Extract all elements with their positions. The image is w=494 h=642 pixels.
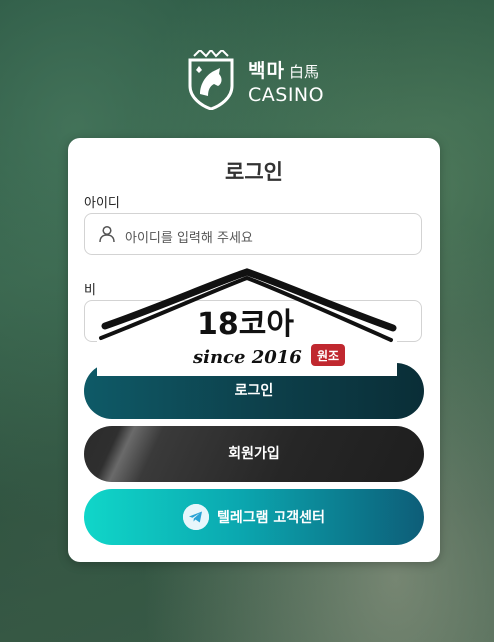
signup-button[interactable]: 회원가입 — [84, 426, 424, 482]
telegram-button-label: 텔레그램 고객센터 — [217, 510, 325, 526]
brand-name-hanja: 白馬 — [288, 63, 319, 81]
id-placeholder: 아이디를 입력해 주세요 — [125, 231, 253, 246]
id-input[interactable]: 아이디를 입력해 주세요 — [84, 213, 422, 255]
brand-name-kr: 백마 — [248, 60, 285, 82]
user-icon — [99, 225, 115, 243]
watermark-since-text: since 2016 — [192, 347, 302, 368]
id-label: 아이디 — [84, 196, 120, 211]
watermark-badge: 원조 — [317, 349, 339, 363]
login-title: 로그인 — [225, 160, 283, 184]
pw-label: 비 — [84, 283, 96, 298]
watermark-main-text: 18코아 — [197, 307, 294, 342]
brand-name-en: CASINO — [248, 84, 325, 106]
telegram-icon — [183, 504, 210, 530]
watermark-logo: 18코아 since 2016 원조 — [97, 268, 397, 376]
horse-shield-icon — [188, 50, 234, 110]
brand-logo: 백마 白馬 CASINO — [186, 50, 326, 112]
telegram-support-button[interactable]: 텔레그램 고객센터 — [84, 489, 424, 545]
